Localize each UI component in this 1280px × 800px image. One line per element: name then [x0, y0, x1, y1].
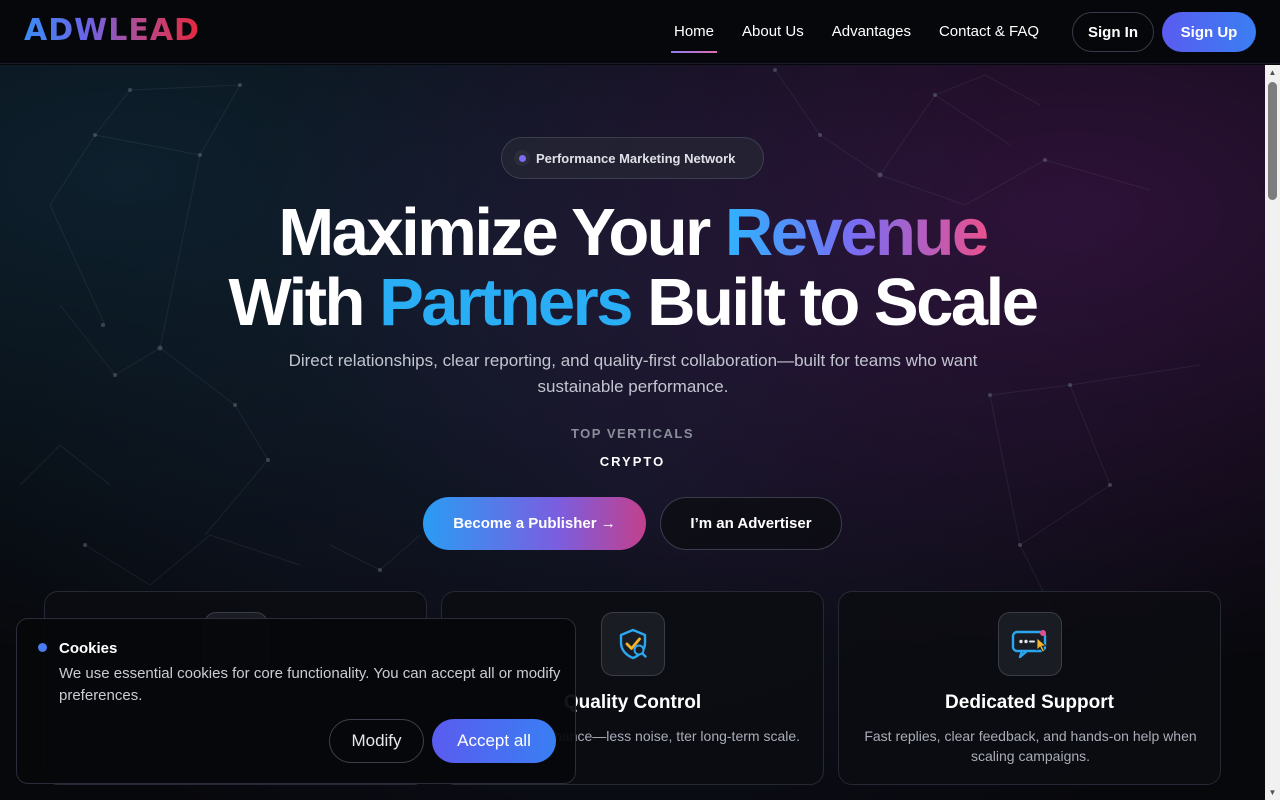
headline-line2-suffix: Built to Scale: [630, 265, 1039, 340]
become-publisher-button[interactable]: Become a Publisher →: [423, 497, 646, 550]
cookie-banner-text: We use essential cookies for core functi…: [59, 665, 561, 704]
sign-up-button[interactable]: Sign Up: [1162, 12, 1256, 52]
scroll-down-arrow-icon[interactable]: ▼: [1265, 785, 1280, 800]
top-verticals-label: TOP VERTICALS: [570, 426, 695, 441]
cookie-status-dot-icon: [38, 643, 47, 652]
cookie-banner: Cookies We use essential cookies for cor…: [16, 618, 576, 784]
badge-dot-icon: [514, 150, 530, 166]
main-nav: Home About Us Advantages Contact & FAQ: [660, 0, 1053, 64]
headline-highlight-revenue: Revenue: [724, 195, 989, 270]
nav-link-about-us[interactable]: About Us: [728, 0, 818, 64]
feature-card-description: Fast replies, clear feedback, and hands-…: [864, 728, 1197, 764]
site-header: ADWLEAD Home About Us Advantages Contact…: [0, 0, 1280, 64]
shield-check-icon: [601, 612, 665, 676]
accept-all-cookies-button[interactable]: Accept all: [432, 719, 556, 763]
hero-headline-line1: Maximize Your Revenue: [0, 197, 1265, 269]
nav-link-home[interactable]: Home: [660, 0, 728, 64]
hero-badge: Performance Marketing Network: [501, 137, 764, 179]
headline-line1-prefix: Maximize Your: [278, 195, 725, 270]
page-scrollbar[interactable]: ▲ ▼: [1265, 65, 1280, 800]
modify-cookies-button[interactable]: Modify: [329, 719, 424, 763]
cookie-banner-title: Cookies: [59, 640, 118, 657]
hero-headline-line2: With Partners Built to Scale: [0, 267, 1265, 339]
chat-support-icon: [998, 612, 1062, 676]
headline-highlight-partners: Partners: [379, 265, 633, 340]
hero-subtitle: Direct relationships, clear reporting, a…: [288, 351, 978, 396]
nav-link-advantages[interactable]: Advantages: [818, 0, 925, 64]
top-verticals-value: CRYPTO: [599, 454, 666, 469]
scrollbar-thumb[interactable]: [1268, 82, 1277, 200]
adwlead-logo[interactable]: ADWLEAD: [24, 14, 200, 48]
advertiser-button[interactable]: I’m an Advertiser: [660, 497, 842, 550]
feature-card-dedicated-support: Dedicated Support Fast replies, clear fe…: [838, 591, 1221, 785]
scroll-up-arrow-icon[interactable]: ▲: [1265, 65, 1280, 80]
nav-link-contact-faq[interactable]: Contact & FAQ: [925, 0, 1053, 64]
sign-in-button[interactable]: Sign In: [1072, 12, 1154, 52]
badge-label: Performance Marketing Network: [536, 150, 736, 166]
headline-line2-prefix: With: [228, 265, 380, 340]
feature-card-title: Dedicated Support: [945, 692, 1114, 713]
